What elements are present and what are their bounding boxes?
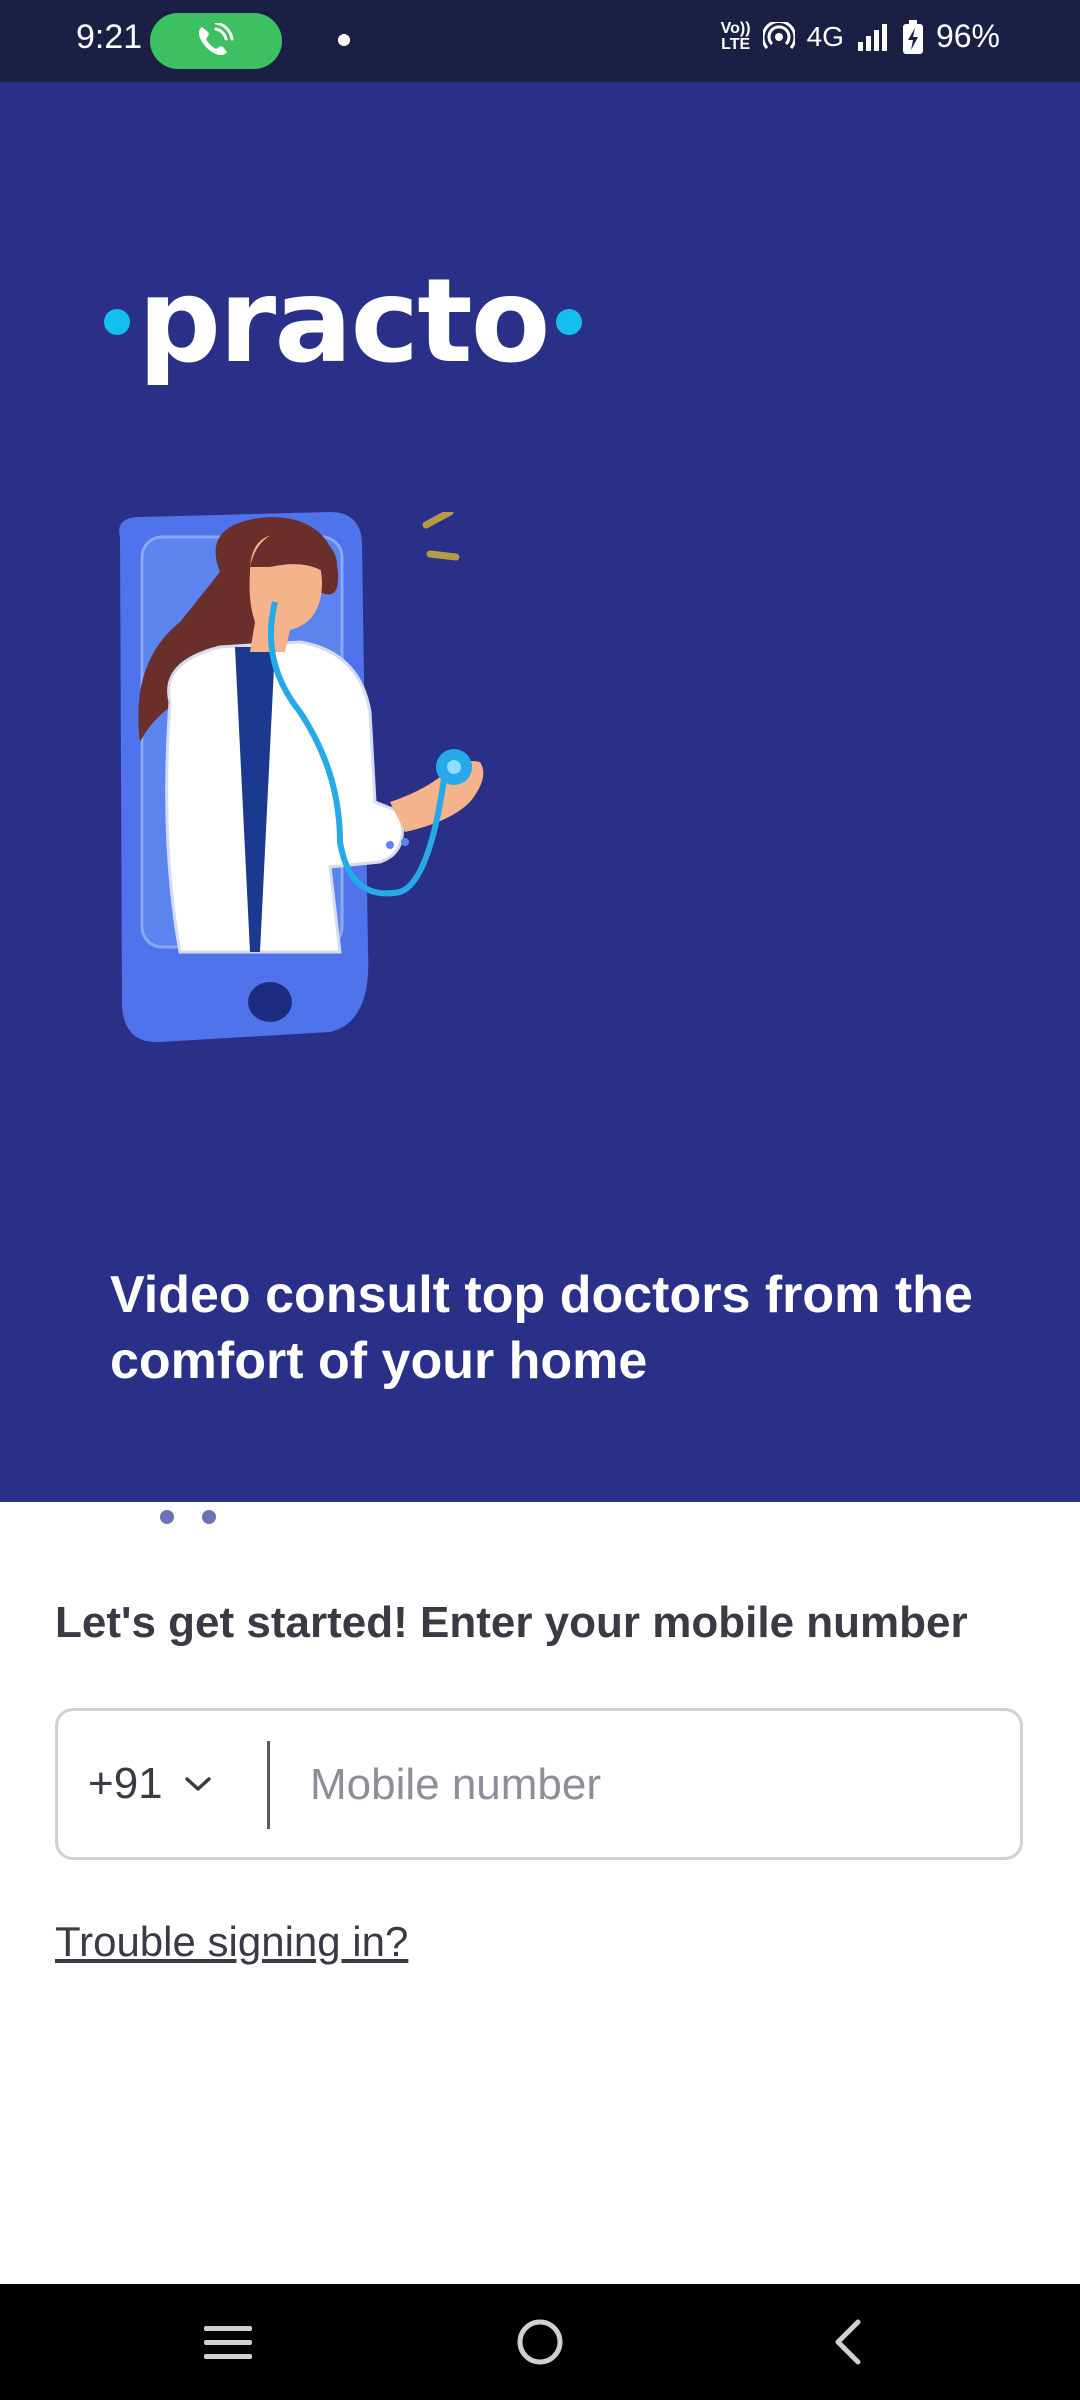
menu-icon[interactable]: [198, 2312, 258, 2372]
home-icon[interactable]: [510, 2312, 570, 2372]
volte-icon: Vo)) LTE: [720, 19, 751, 53]
practo-logo: practo: [104, 254, 583, 389]
mobile-number-field: +91: [55, 1708, 1023, 1860]
back-icon[interactable]: [820, 2312, 880, 2372]
logo-dot-left-icon: [104, 309, 130, 335]
mobile-number-input[interactable]: [308, 1711, 1002, 1859]
onboarding-hero[interactable]: practo Video consult top doctors from th…: [0, 82, 1080, 1528]
pager-dot-1[interactable]: [110, 1506, 132, 1528]
hero-title: Video consult top doctors from the comfo…: [110, 1266, 973, 1390]
status-icons: Vo)) LTE 4G 96%: [721, 18, 1000, 55]
logo-text: practo: [138, 254, 550, 389]
signal-icon: [857, 23, 887, 51]
login-prompt: Let's get started! Enter your mobile num…: [55, 1598, 968, 1647]
chevron-down-icon: [184, 1777, 211, 1791]
system-nav-bar: [0, 2284, 1080, 2400]
pager-dot-2[interactable]: [160, 1510, 174, 1524]
country-code-value: +91: [88, 1759, 163, 1808]
ongoing-call-chip[interactable]: [150, 13, 282, 69]
volte-bottom-label: LTE: [721, 35, 751, 53]
field-divider: [267, 1741, 270, 1829]
trouble-signing-in-link[interactable]: Trouble signing in?: [55, 1918, 408, 1966]
doctor-video-consult-illustration: [119, 512, 484, 1043]
status-time: 9:21: [76, 18, 143, 56]
battery-charging-icon: [902, 19, 923, 54]
pager-dot-3[interactable]: [202, 1510, 216, 1524]
volte-top-label: Vo)): [720, 19, 751, 37]
onboarding-pager[interactable]: [110, 1506, 216, 1528]
logo-dot-right-icon: [556, 309, 583, 335]
hotspot-icon: [762, 21, 795, 49]
battery-percentage: 96%: [935, 18, 1000, 54]
status-bar: 9:21 Vo)) LTE 4G 96%: [0, 0, 1080, 82]
notification-dot-icon: [338, 34, 350, 46]
country-code-selector[interactable]: +91: [88, 1711, 213, 1857]
phone-call-icon: [198, 23, 234, 56]
network-type-label: 4G: [806, 20, 844, 52]
